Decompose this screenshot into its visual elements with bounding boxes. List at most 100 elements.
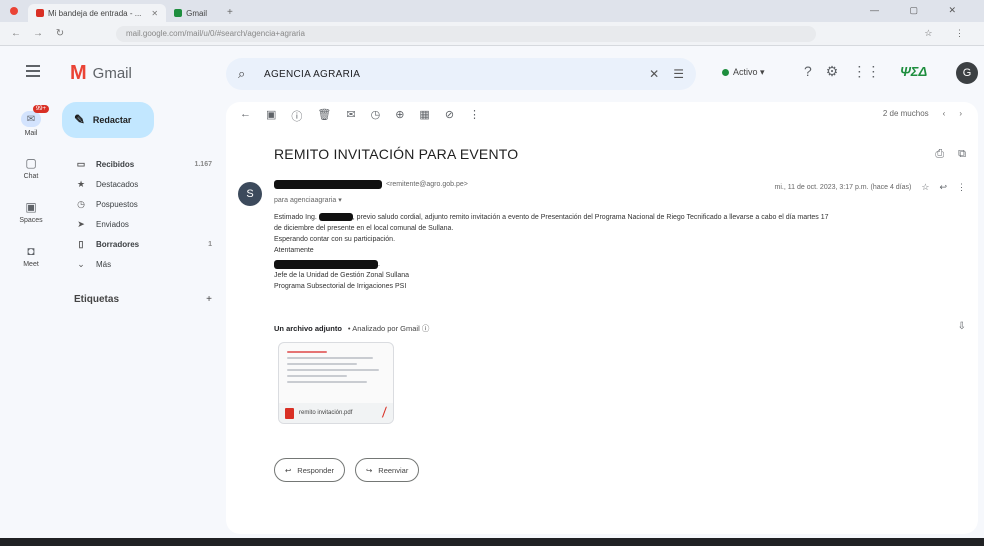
body-paragraph-1: Estimado Ing. , previo saludo cordial, a… [274, 213, 829, 222]
delete-icon[interactable]: 🗑 [317, 108, 331, 124]
email-view: ← ▣ ⓘ 🗑 ✉ ◷ ⊕ ▦ ⊘ ⋮ 2 de muchos ‹ › REMI… [226, 102, 978, 534]
help-icon[interactable]: ? [804, 63, 812, 80]
folder-count: 1 [208, 240, 212, 248]
add-label-button[interactable]: + [206, 294, 218, 305]
os-taskbar [0, 538, 984, 546]
download-all-icon[interactable]: ⇩ [958, 321, 966, 332]
reload-icon[interactable]: ↻ [54, 28, 66, 39]
browser-tab-bar: Mi bandeja de entrada - ... ✕ Gmail + — … [0, 0, 984, 22]
attachment-card[interactable]: remito invitación.pdf ⟋ [278, 342, 394, 424]
clock-icon: ◷ [77, 198, 85, 209]
pagination: 2 de muchos ‹ › [883, 109, 962, 118]
back-icon[interactable]: ← [10, 28, 22, 39]
report-spam-icon[interactable]: ⓘ [291, 108, 302, 124]
account-avatar[interactable]: G [956, 62, 978, 84]
signature-org: Programa Subsectorial de Irrigaciones PS… [274, 283, 407, 290]
rail-item-spaces[interactable]: ▣ Spaces [0, 190, 62, 234]
attachment-count: Un archivo adjunto [274, 324, 342, 333]
folder-label: Destacados [96, 179, 139, 189]
window-controls[interactable]: — ▢ ✕ [870, 5, 970, 16]
snooze-icon[interactable]: ◷ [371, 108, 381, 124]
close-tab-icon[interactable]: ✕ [151, 9, 158, 18]
sidebar-item-snoozed[interactable]: ◷ Pospuestos [62, 194, 218, 214]
gmail-logo[interactable]: M Gmail [70, 62, 132, 85]
unread-badge: 99+ [32, 105, 49, 113]
rail-label: Spaces [19, 217, 43, 224]
clear-search-icon[interactable]: ✕ [649, 67, 659, 81]
chat-icon: ▢ [25, 156, 37, 170]
browser-tab-secondary[interactable]: Gmail [166, 4, 215, 22]
redacted-signature-name [274, 259, 378, 269]
gmail-header: M Gmail ⌕ AGENCIA AGRARIA ✕ ☰ Activo ▾ ?… [0, 46, 984, 102]
pencil-icon: ✎ [74, 112, 85, 127]
search-icon[interactable]: ⌕ [238, 66, 254, 82]
sidebar-item-starred[interactable]: ★ Destacados [62, 174, 218, 194]
apps-grid-icon[interactable]: ⋮⋮ [852, 63, 880, 80]
body-line-2: de diciembre del presente en el local co… [274, 225, 454, 232]
sender-avatar[interactable]: S [238, 182, 262, 206]
sidebar-item-drafts[interactable]: ▯ Borradores 1 [62, 234, 218, 254]
reply-icon[interactable]: ↩ [939, 182, 947, 193]
compose-button[interactable]: ✎ Redactar [62, 102, 154, 138]
video-icon: ◘ [27, 244, 35, 258]
main-menu-icon[interactable] [26, 65, 40, 77]
new-tab-button[interactable]: + [227, 7, 233, 18]
organization-logo: ΨΣΔ [900, 64, 928, 79]
browser-tab-gmail[interactable]: Mi bandeja de entrada - ... ✕ [28, 4, 167, 22]
search-bar[interactable]: ⌕ AGENCIA AGRARIA ✕ ☰ [226, 58, 696, 90]
signature-name-line: . [274, 259, 968, 270]
label-icon[interactable]: ⊘ [445, 108, 454, 124]
search-input[interactable]: AGENCIA AGRARIA [264, 69, 635, 80]
send-icon: ➤ [77, 218, 85, 229]
mark-unread-icon[interactable]: ✉ [346, 108, 355, 124]
move-to-icon[interactable]: ▦ [419, 108, 429, 124]
settings-gear-icon[interactable]: ⚙ [826, 63, 839, 80]
chevron-right-icon[interactable]: › [959, 109, 962, 118]
status-selector[interactable]: Activo ▾ [722, 67, 765, 78]
rail-item-chat[interactable]: ▢ Chat [0, 146, 62, 190]
sidebar-item-inbox[interactable]: ▭ Recibidos 1.167 [62, 154, 218, 174]
attachment-preview [287, 351, 387, 401]
redacted-recipient-name [318, 213, 353, 222]
forward-button[interactable]: ↪ Reenviar [355, 458, 420, 482]
forward-icon: ↪ [366, 465, 373, 475]
recipient-line[interactable]: para agenciaagraria ▾ [274, 196, 342, 204]
star-icon: ★ [76, 178, 86, 189]
sender-line: <remitente@agro.gob.pe> [274, 180, 468, 189]
open-new-window-icon[interactable]: ⧉ [958, 148, 966, 161]
tab-label: Mi bandeja de entrada - ... [48, 8, 142, 18]
browser-menu-icon[interactable] [10, 7, 18, 15]
pdf-icon [285, 407, 294, 419]
sidebar-item-sent[interactable]: ➤ Enviados [62, 214, 218, 234]
archive-icon[interactable]: ▣ [266, 108, 276, 124]
back-to-list-icon[interactable]: ← [240, 108, 251, 124]
url-field[interactable]: mail.google.com/mail/u/0/#search/agencia… [116, 25, 816, 42]
print-icon[interactable]: ⎙ [935, 148, 944, 161]
message-toolbar: ← ▣ ⓘ 🗑 ✉ ◷ ⊕ ▦ ⊘ ⋮ [240, 108, 480, 124]
reply-actions: ↩ Responder ↪ Reenviar [274, 458, 420, 482]
more-vertical-icon[interactable]: ⋮ [957, 182, 966, 193]
forward-icon[interactable]: → [32, 28, 44, 39]
folder-count: 1.167 [194, 160, 212, 168]
more-options-icon[interactable]: ⋮ [469, 108, 480, 124]
chevron-left-icon[interactable]: ‹ [943, 109, 946, 118]
tab-label: Gmail [186, 8, 207, 18]
gmail-logo-icon: M [70, 62, 87, 84]
reply-button[interactable]: ↩ Responder [274, 458, 345, 482]
rail-item-mail[interactable]: ✉ 99+ Mail [0, 102, 62, 146]
add-task-icon[interactable]: ⊕ [395, 108, 404, 124]
browser-extension-icons[interactable]: ☆ ⋮ [924, 28, 974, 39]
folder-label: Pospuestos [96, 199, 138, 209]
sidebar-item-more[interactable]: ⌄ Más [62, 254, 218, 274]
app-rail: ✉ 99+ Mail ▢ Chat ▣ Spaces ◘ Meet [0, 102, 62, 278]
star-icon[interactable]: ☆ [921, 182, 929, 193]
search-options-icon[interactable]: ☰ [673, 67, 684, 81]
compose-label: Redactar [92, 115, 132, 125]
folder-label: Más [96, 259, 112, 269]
folder-list: ▭ Recibidos 1.167 ★ Destacados ◷ Pospues… [62, 154, 226, 274]
rail-item-meet[interactable]: ◘ Meet [0, 234, 62, 278]
attachment-heading: Un archivo adjunto • Analizado por Gmail… [274, 323, 429, 334]
folder-label: Recibidos [96, 159, 135, 169]
sidebar: ✎ Redactar ▭ Recibidos 1.167 ★ Destacado… [62, 102, 226, 305]
date-line: mi., 11 de oct. 2023, 3:17 p.m. (hace 4 … [775, 182, 966, 193]
